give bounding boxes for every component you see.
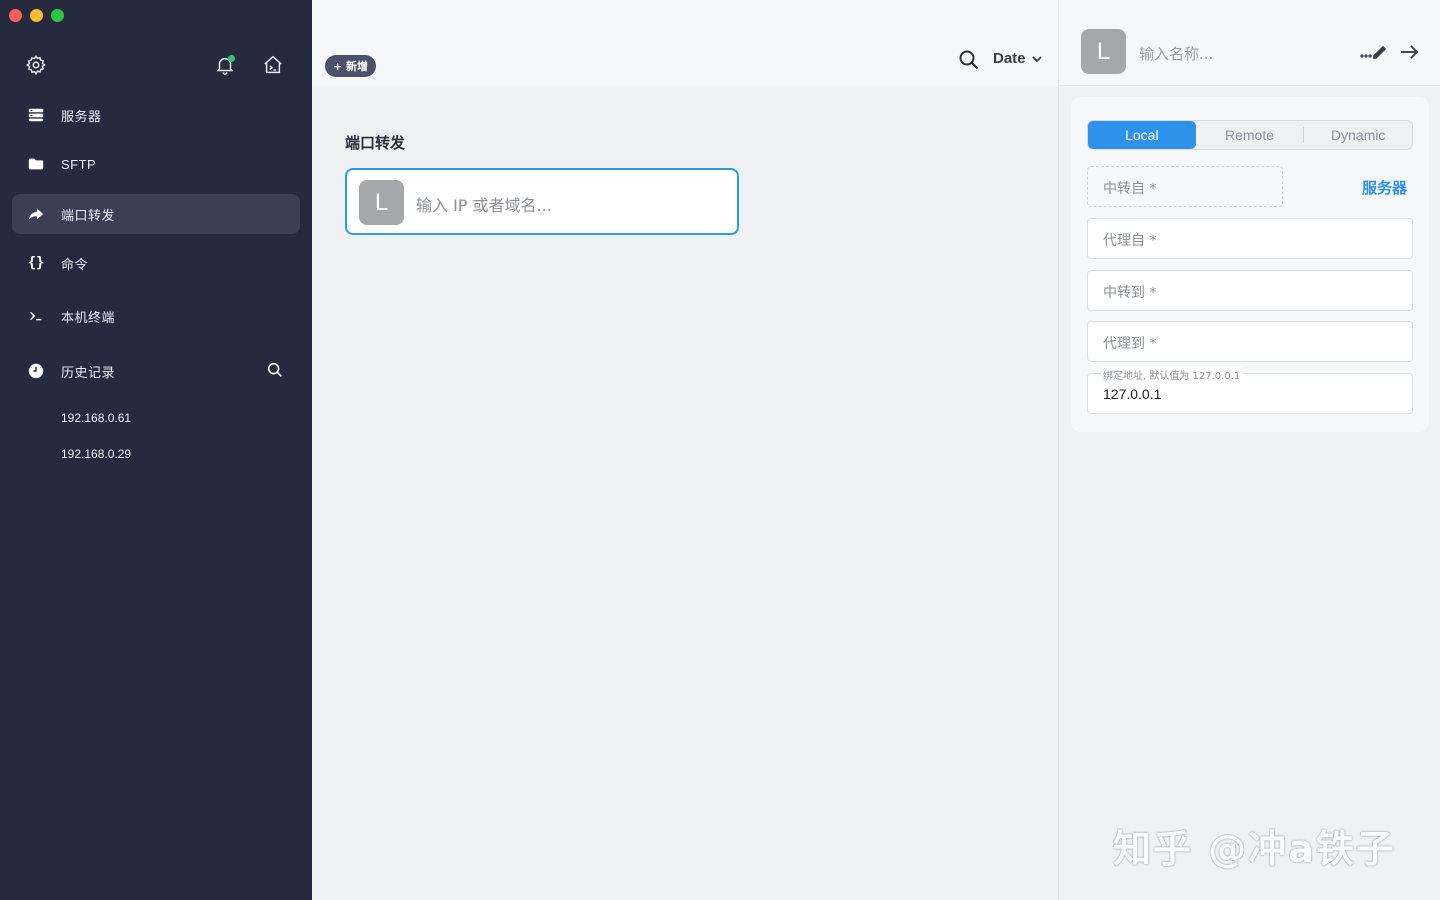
chevron-down-icon <box>1031 53 1043 65</box>
search-icon[interactable] <box>958 49 980 71</box>
relay-to-field[interactable]: 中转到 * <box>1087 270 1413 311</box>
tab-dynamic[interactable]: Dynamic <box>1304 121 1412 149</box>
host-input-placeholder: 输入 IP 或者域名... <box>416 196 552 215</box>
folder-icon <box>26 154 46 174</box>
main-pane: + 新增 Date 端口转发 L 输入 IP 或者域名... <box>312 0 1058 900</box>
sidebar-item-label: 本机终端 <box>61 310 116 326</box>
search-icon[interactable] <box>266 361 286 381</box>
proxy-to-field[interactable]: 代理到 * <box>1087 321 1413 362</box>
sidebar-item-port-forwarding[interactable]: 端口转发 <box>12 194 300 234</box>
window-controls <box>9 9 64 22</box>
server-grid-icon <box>26 105 46 125</box>
relay-to-placeholder: 中转到 * <box>1103 285 1157 301</box>
clock-icon <box>26 361 46 381</box>
relay-from-field[interactable]: 中转自 * <box>1087 166 1283 207</box>
bind-address-label: 绑定地址, 默认值为 127.0.0.1 <box>1101 367 1243 382</box>
minimize-window-button[interactable] <box>30 9 43 22</box>
host-input[interactable]: L 输入 IP 或者域名... <box>345 168 739 235</box>
watermark: 知乎 @冲a铁子 <box>1113 827 1396 871</box>
relay-from-placeholder: 中转自 * <box>1103 181 1157 197</box>
tab-remote[interactable]: Remote <box>1196 121 1304 149</box>
section-title: 端口转发 <box>345 134 406 152</box>
add-new-button[interactable]: + 新增 <box>325 55 377 77</box>
select-server-link[interactable]: 服务器 <box>1362 177 1407 198</box>
sidebar-item-local-terminal[interactable]: 本机终端 <box>12 296 300 336</box>
braces-icon: {} <box>27 255 45 271</box>
forward-type-tabs: Local Remote Dynamic <box>1087 120 1413 150</box>
main-header: + 新增 Date <box>312 0 1058 86</box>
bell-icon[interactable] <box>214 54 236 76</box>
notification-dot <box>228 55 235 62</box>
sort-label: Date <box>993 50 1026 67</box>
maximize-window-button[interactable] <box>51 9 64 22</box>
close-window-button[interactable] <box>9 9 22 22</box>
proxy-to-placeholder: 代理到 * <box>1103 336 1157 352</box>
history-entry[interactable]: 192.168.0.29 <box>61 447 131 461</box>
gear-icon[interactable] <box>25 54 47 76</box>
name-input[interactable]: 输入名称... <box>1139 43 1213 64</box>
arrow-right-icon[interactable] <box>1398 41 1420 63</box>
detail-header: L 输入名称... <box>1059 0 1440 86</box>
bind-address-value: 127.0.0.1 <box>1103 386 1162 402</box>
port-forward-icon <box>26 204 46 224</box>
edit-pencil-icon[interactable] <box>1359 41 1389 61</box>
sidebar-item-label: 服务器 <box>61 109 102 125</box>
rule-avatar: L <box>1081 29 1126 74</box>
sidebar-item-servers[interactable]: 服务器 <box>12 95 300 135</box>
sidebar-item-label: 命令 <box>61 257 89 273</box>
sidebar-item-label: SFTP <box>61 156 97 172</box>
terminal-prompt-icon <box>26 306 46 326</box>
sidebar-item-history[interactable]: 历史记录 <box>12 351 300 391</box>
sidebar-item-commands[interactable]: {} 命令 <box>12 243 300 283</box>
tab-local[interactable]: Local <box>1088 121 1196 149</box>
sort-dropdown[interactable]: Date <box>993 50 1043 67</box>
bind-address-field[interactable]: 绑定地址, 默认值为 127.0.0.1 127.0.0.1 <box>1087 367 1413 414</box>
sidebar-item-label: 历史记录 <box>61 365 116 381</box>
forwarding-form: Local Remote Dynamic 中转自 * 服务器 代理自 * 中转到… <box>1071 97 1429 432</box>
sidebar: 服务器 SFTP 端口转发 {} 命令 本机终端 历史记录 192.168.0.… <box>0 0 312 900</box>
home-terminal-icon[interactable] <box>262 54 284 76</box>
host-avatar: L <box>359 180 404 225</box>
sidebar-item-sftp[interactable]: SFTP <box>12 144 300 184</box>
history-entry[interactable]: 192.168.0.61 <box>61 411 131 425</box>
sidebar-item-label: 端口转发 <box>61 208 116 224</box>
detail-pane: L 输入名称... Local Remote Dynamic 中转自 * 服务器… <box>1058 0 1440 900</box>
proxy-from-field[interactable]: 代理自 * <box>1087 218 1413 259</box>
proxy-from-placeholder: 代理自 * <box>1103 233 1157 249</box>
